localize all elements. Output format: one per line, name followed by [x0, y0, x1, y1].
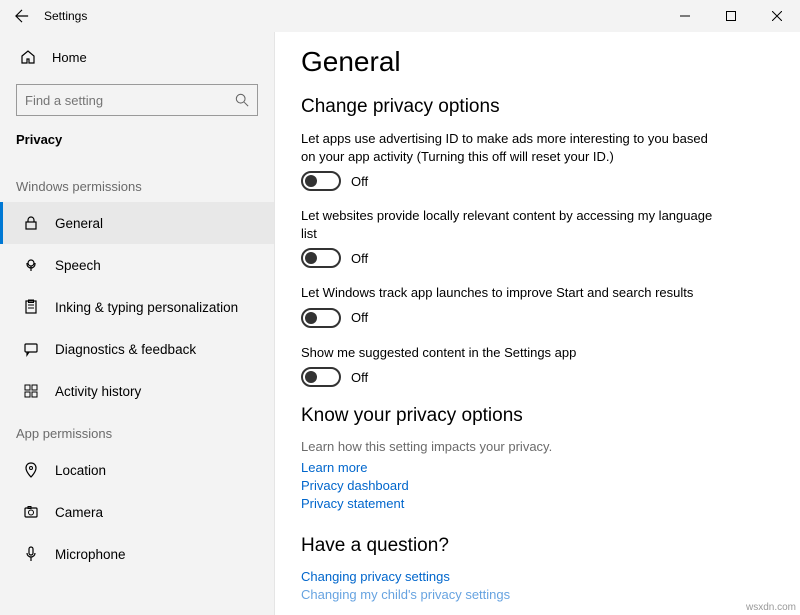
section-know-privacy: Know your privacy options — [301, 405, 774, 427]
back-button[interactable] — [8, 2, 36, 30]
sidebar-item-speech[interactable]: Speech — [0, 244, 274, 286]
option-text: Let websites provide locally relevant co… — [301, 207, 721, 242]
home-nav[interactable]: Home — [0, 38, 274, 76]
lock-icon — [19, 215, 43, 231]
microphone-icon — [19, 546, 43, 562]
content-area: General Change privacy options Let apps … — [275, 32, 800, 615]
toggle-track-launches[interactable] — [301, 308, 341, 328]
titlebar: Settings — [0, 0, 800, 32]
option-text: Let apps use advertising ID to make ads … — [301, 130, 721, 165]
sidebar-item-activity[interactable]: Activity history — [0, 370, 274, 412]
option-text: Show me suggested content in the Setting… — [301, 344, 721, 362]
section-change-privacy: Change privacy options — [301, 96, 774, 118]
toggle-language-list[interactable] — [301, 248, 341, 268]
toggle-advertising-id[interactable] — [301, 171, 341, 191]
page-title: General — [301, 46, 774, 78]
sidebar-item-label: Diagnostics & feedback — [55, 342, 196, 357]
history-icon — [19, 383, 43, 399]
minimize-icon — [680, 11, 690, 21]
sidebar-item-label: Speech — [55, 258, 101, 273]
toggle-state: Off — [351, 174, 368, 189]
home-label: Home — [52, 50, 87, 65]
toggle-suggested-content[interactable] — [301, 367, 341, 387]
link-changing-privacy[interactable]: Changing privacy settings — [301, 569, 774, 584]
breadcrumb: Privacy — [0, 122, 274, 165]
watermark: wsxdn.com — [746, 602, 796, 613]
close-button[interactable] — [754, 0, 800, 32]
sidebar-item-camera[interactable]: Camera — [0, 491, 274, 533]
sidebar-item-label: General — [55, 216, 103, 231]
maximize-button[interactable] — [708, 0, 754, 32]
link-privacy-dashboard[interactable]: Privacy dashboard — [301, 478, 774, 493]
sidebar-item-label: Activity history — [55, 384, 141, 399]
search-box[interactable] — [16, 84, 258, 116]
maximize-icon — [726, 11, 736, 21]
location-icon — [19, 462, 43, 478]
sidebar-item-general[interactable]: General — [0, 202, 274, 244]
section-have-question: Have a question? — [301, 535, 774, 557]
option-advertising-id: Let apps use advertising ID to make ads … — [301, 130, 721, 191]
group-app-permissions: App permissions — [0, 412, 274, 449]
home-icon — [16, 49, 40, 65]
link-privacy-statement[interactable]: Privacy statement — [301, 496, 774, 511]
sidebar-item-inking[interactable]: Inking & typing personalization — [0, 286, 274, 328]
camera-icon — [19, 504, 43, 520]
option-track-launches: Let Windows track app launches to improv… — [301, 284, 721, 328]
toggle-state: Off — [351, 370, 368, 385]
minimize-button[interactable] — [662, 0, 708, 32]
sidebar-item-microphone[interactable]: Microphone — [0, 533, 274, 575]
window-title: Settings — [44, 9, 87, 23]
speech-icon — [19, 257, 43, 273]
link-changing-child-privacy[interactable]: Changing my child's privacy settings — [301, 587, 774, 602]
toggle-state: Off — [351, 310, 368, 325]
link-learn-more[interactable]: Learn more — [301, 460, 774, 475]
group-windows-permissions: Windows permissions — [0, 165, 274, 202]
clipboard-icon — [19, 299, 43, 315]
search-input[interactable] — [25, 93, 235, 108]
option-suggested-content: Show me suggested content in the Setting… — [301, 344, 721, 388]
sidebar-item-diagnostics[interactable]: Diagnostics & feedback — [0, 328, 274, 370]
sidebar-item-label: Inking & typing personalization — [55, 300, 238, 315]
arrow-left-icon — [15, 9, 29, 23]
sidebar-item-location[interactable]: Location — [0, 449, 274, 491]
sidebar-item-label: Camera — [55, 505, 103, 520]
section-hint: Learn how this setting impacts your priv… — [301, 439, 774, 454]
option-text: Let Windows track app launches to improv… — [301, 284, 721, 302]
search-icon — [235, 93, 249, 107]
close-icon — [772, 11, 782, 21]
option-language-list: Let websites provide locally relevant co… — [301, 207, 721, 268]
toggle-state: Off — [351, 251, 368, 266]
sidebar: Home Privacy Windows permissions General — [0, 32, 275, 615]
feedback-icon — [19, 341, 43, 357]
sidebar-item-label: Location — [55, 463, 106, 478]
sidebar-item-label: Microphone — [55, 547, 126, 562]
